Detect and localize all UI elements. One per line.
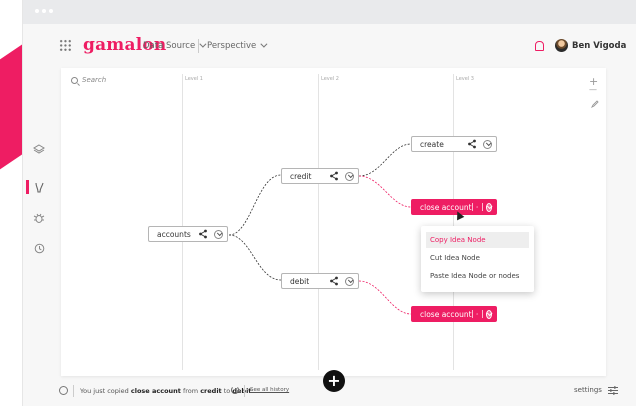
node-label: create (420, 139, 444, 149)
avatar[interactable] (555, 39, 568, 52)
undo-icon[interactable] (231, 386, 239, 394)
status-to-word: to (223, 387, 231, 395)
node-label: credit (290, 171, 312, 181)
status-from-word: from (182, 387, 199, 395)
node-label: close account (420, 202, 472, 212)
chevron-down-icon[interactable] (486, 202, 492, 212)
node-label: accounts (157, 229, 191, 239)
share-icon[interactable] (329, 276, 339, 286)
status-prefix: You just copied (80, 387, 129, 395)
perspective-menu[interactable]: Perspective (207, 40, 268, 51)
window-dot-maximize[interactable] (49, 9, 53, 13)
app-window: gamalon Data Source Perspective Ben Vigo… (22, 0, 636, 406)
chevron-down-icon[interactable] (483, 139, 492, 149)
status-source: credit (200, 387, 222, 395)
status-bar: You just copied close account from credi… (23, 370, 636, 406)
window-dot-minimize[interactable] (42, 9, 46, 13)
chevron-down-icon[interactable] (345, 276, 354, 286)
node-credit[interactable]: credit (281, 168, 359, 184)
sliders-icon[interactable] (608, 386, 618, 395)
share-icon[interactable] (467, 139, 477, 149)
share-icon[interactable] (198, 229, 208, 239)
tree-links (228, 143, 412, 315)
apps-grid-icon[interactable] (59, 39, 72, 52)
settings-label[interactable]: settings (574, 386, 602, 394)
history-icon[interactable] (33, 242, 45, 254)
data-source-menu[interactable]: Data Source (143, 40, 207, 51)
status-message: You just copied close account from credi… (80, 387, 251, 395)
node-context-menu: Copy Idea Node Cut Idea Node Paste Idea … (421, 226, 534, 292)
see-all-history-link[interactable]: See all history (250, 387, 289, 393)
menu-item-cut-idea-node[interactable]: Cut Idea Node (426, 250, 529, 266)
layers-icon[interactable] (33, 143, 45, 155)
top-navigation-bar: gamalon Data Source Perspective Ben Vigo… (23, 24, 636, 68)
chevron-down-icon (260, 40, 268, 48)
menu-item-paste-idea-node[interactable]: Paste Idea Node or nodes (426, 268, 529, 284)
perspective-menu-label: Perspective (207, 41, 257, 51)
menu-divider (198, 39, 199, 53)
user-name[interactable]: Ben Vigoda (572, 41, 626, 51)
chevron-down-icon[interactable] (486, 309, 492, 319)
data-source-menu-label: Data Source (143, 41, 196, 51)
share-icon[interactable] (329, 171, 339, 181)
node-debit[interactable]: debit (281, 273, 359, 289)
window-dot-close[interactable] (35, 9, 39, 13)
node-accounts[interactable]: accounts (148, 226, 228, 242)
node-create[interactable]: create (411, 136, 497, 152)
status-item: close account (130, 387, 181, 395)
menu-item-copy-idea-node[interactable]: Copy Idea Node (426, 232, 529, 248)
rail-active-indicator (26, 180, 29, 194)
node-close-account-debit[interactable]: close account (411, 306, 497, 322)
chevron-down-icon[interactable] (345, 171, 354, 181)
settings-gear-icon[interactable] (59, 386, 68, 395)
chevron-down-icon (199, 40, 207, 48)
node-label: debit (290, 276, 310, 286)
share-icon[interactable] (476, 202, 478, 212)
chevron-down-icon[interactable] (214, 229, 223, 239)
idea-tree-canvas[interactable]: Search Level 1 Level 2 Level 3 + — accou… (61, 68, 606, 376)
status-divider (73, 385, 74, 397)
notification-bell-icon[interactable] (535, 41, 544, 51)
lightbulb-icon[interactable] (33, 181, 45, 193)
status-divider (244, 385, 245, 397)
share-icon[interactable] (476, 309, 478, 319)
bug-icon[interactable] (33, 212, 45, 224)
window-titlebar (23, 0, 636, 24)
node-label: close account (420, 309, 472, 319)
add-node-button[interactable]: + (323, 370, 345, 392)
